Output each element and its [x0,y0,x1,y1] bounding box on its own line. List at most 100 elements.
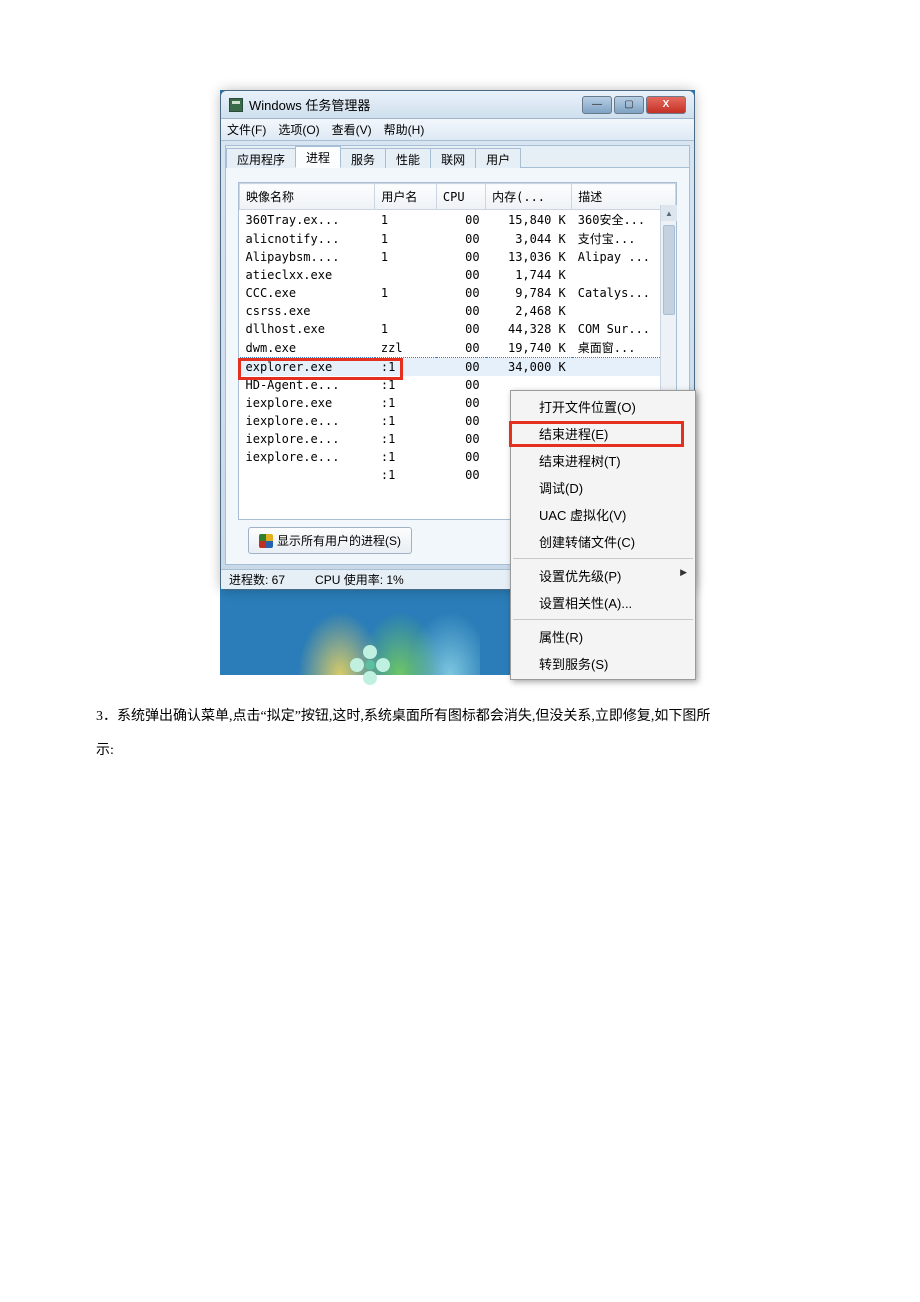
tab-applications[interactable]: 应用程序 [226,148,296,168]
cell-user: :1 [375,466,437,484]
col-image-name[interactable]: 映像名称 [240,184,375,210]
cell-cpu: 00 [436,320,485,338]
cell-cpu: 00 [436,466,485,484]
cell-user: 1 [375,229,437,248]
context-menu-item[interactable]: 转到服务(S) [511,650,695,677]
table-row[interactable]: Alipaybsm....10013,036 KAlipay ... [240,248,676,266]
flower-decoration [350,645,390,685]
cell-cpu: 00 [436,248,485,266]
cell-user: 1 [375,320,437,338]
context-menu-item[interactable]: 结束进程树(T) [511,447,695,474]
cell-mem: 9,784 K [486,284,572,302]
context-menu-item[interactable]: 打开文件位置(O) [511,393,695,420]
context-menu-item[interactable]: 设置优先级(P) [511,562,695,589]
cell-name: alicnotify... [240,229,375,248]
tabs: 应用程序 进程 服务 性能 联网 用户 [226,146,689,168]
tab-users[interactable]: 用户 [475,148,521,168]
menu-file[interactable]: 文件(F) [227,121,266,138]
cell-user: :1 [375,412,437,430]
status-cpu-usage: CPU 使用率: 1% [315,571,404,588]
cell-user: 1 [375,284,437,302]
context-menu-item[interactable]: 调试(D) [511,474,695,501]
context-menu-item[interactable]: 属性(R) [511,623,695,650]
cell-cpu: 00 [436,358,485,376]
cell-name: iexplore.e... [240,430,375,448]
table-row[interactable]: explorer.exe:10034,000 K [240,358,676,376]
uac-shield-icon [259,534,273,548]
col-user[interactable]: 用户名 [375,184,437,210]
tab-network[interactable]: 联网 [430,148,476,168]
tab-services[interactable]: 服务 [340,148,386,168]
cell-cpu: 00 [436,229,485,248]
cell-mem: 3,044 K [486,229,572,248]
cell-user: 1 [375,210,437,230]
cell-cpu: 00 [436,210,485,230]
table-row[interactable]: atieclxx.exe 001,744 K [240,266,676,284]
cell-name: iexplore.exe [240,394,375,412]
table-row[interactable]: 360Tray.ex...10015,840 K360安全... [240,210,676,230]
cell-user: :1 [375,376,437,394]
cell-name: iexplore.e... [240,412,375,430]
cell-mem: 19,740 K [486,338,572,358]
titlebar[interactable]: Windows 任务管理器 — ▢ X [221,91,694,119]
context-menu-item[interactable]: 设置相关性(A)... [511,589,695,616]
menubar: 文件(F) 选项(O) 查看(V) 帮助(H) [221,119,694,141]
context-menu-item[interactable]: 结束进程(E) [511,420,695,447]
cell-user: :1 [375,358,437,376]
tab-performance[interactable]: 性能 [385,148,431,168]
cell-cpu: 00 [436,376,485,394]
cell-user [375,302,437,320]
window-title: Windows 任务管理器 [249,95,582,114]
cell-cpu: 00 [436,394,485,412]
cell-cpu: 00 [436,448,485,466]
cell-mem: 2,468 K [486,302,572,320]
cell-cpu: 00 [436,284,485,302]
cell-mem: 34,000 K [486,358,572,376]
cell-name: dwm.exe [240,338,375,358]
col-mem[interactable]: 内存(... [486,184,572,210]
cell-name: explorer.exe [240,358,375,376]
cell-cpu: 00 [436,430,485,448]
cell-mem: 1,744 K [486,266,572,284]
table-row[interactable]: dwm.exezzl0019,740 K桌面窗... [240,338,676,358]
minimize-button[interactable]: — [582,96,612,114]
cell-cpu: 00 [436,266,485,284]
cell-name: iexplore.e... [240,448,375,466]
scroll-thumb[interactable] [663,225,675,315]
table-row[interactable]: alicnotify...1003,044 K支付宝... [240,229,676,248]
cell-user: 1 [375,248,437,266]
status-proc-count: 进程数: 67 [229,571,285,588]
menu-view[interactable]: 查看(V) [332,121,372,138]
cell-name: atieclxx.exe [240,266,375,284]
menu-options[interactable]: 选项(O) [278,121,319,138]
cell-mem: 44,328 K [486,320,572,338]
close-button[interactable]: X [646,96,686,114]
cell-user: :1 [375,448,437,466]
cell-user [375,266,437,284]
maximize-button[interactable]: ▢ [614,96,644,114]
table-row[interactable]: dllhost.exe10044,328 KCOM Sur... [240,320,676,338]
table-row[interactable]: CCC.exe1009,784 KCatalys... [240,284,676,302]
table-row[interactable]: csrss.exe 002,468 K [240,302,676,320]
show-all-users-button[interactable]: 显示所有用户的进程(S) [248,527,412,554]
step-number: 3． [96,709,117,724]
menu-help[interactable]: 帮助(H) [384,121,425,138]
scroll-up-icon[interactable]: ▲ [661,205,677,221]
col-cpu[interactable]: CPU [436,184,485,210]
step-text-1: 系统弹出确认菜单,点击“拟定”按钮,这时,系统桌面所有图标都会消失,但没关系,立… [117,709,710,724]
cell-mem: 13,036 K [486,248,572,266]
menu-separator [513,558,693,559]
menu-separator [513,619,693,620]
cell-name: csrss.exe [240,302,375,320]
instruction-paragraph: 3．系统弹出确认菜单,点击“拟定”按钮,这时,系统桌面所有图标都会消失,但没关系… [96,700,836,767]
cell-user: :1 [375,430,437,448]
app-icon [229,98,243,112]
context-menu-item[interactable]: UAC 虚拟化(V) [511,501,695,528]
cell-mem: 15,840 K [486,210,572,230]
cell-name: 360Tray.ex... [240,210,375,230]
cell-cpu: 00 [436,302,485,320]
context-menu-item[interactable]: 创建转储文件(C) [511,528,695,555]
cell-cpu: 00 [436,338,485,358]
tab-processes[interactable]: 进程 [295,146,341,168]
cell-cpu: 00 [436,412,485,430]
